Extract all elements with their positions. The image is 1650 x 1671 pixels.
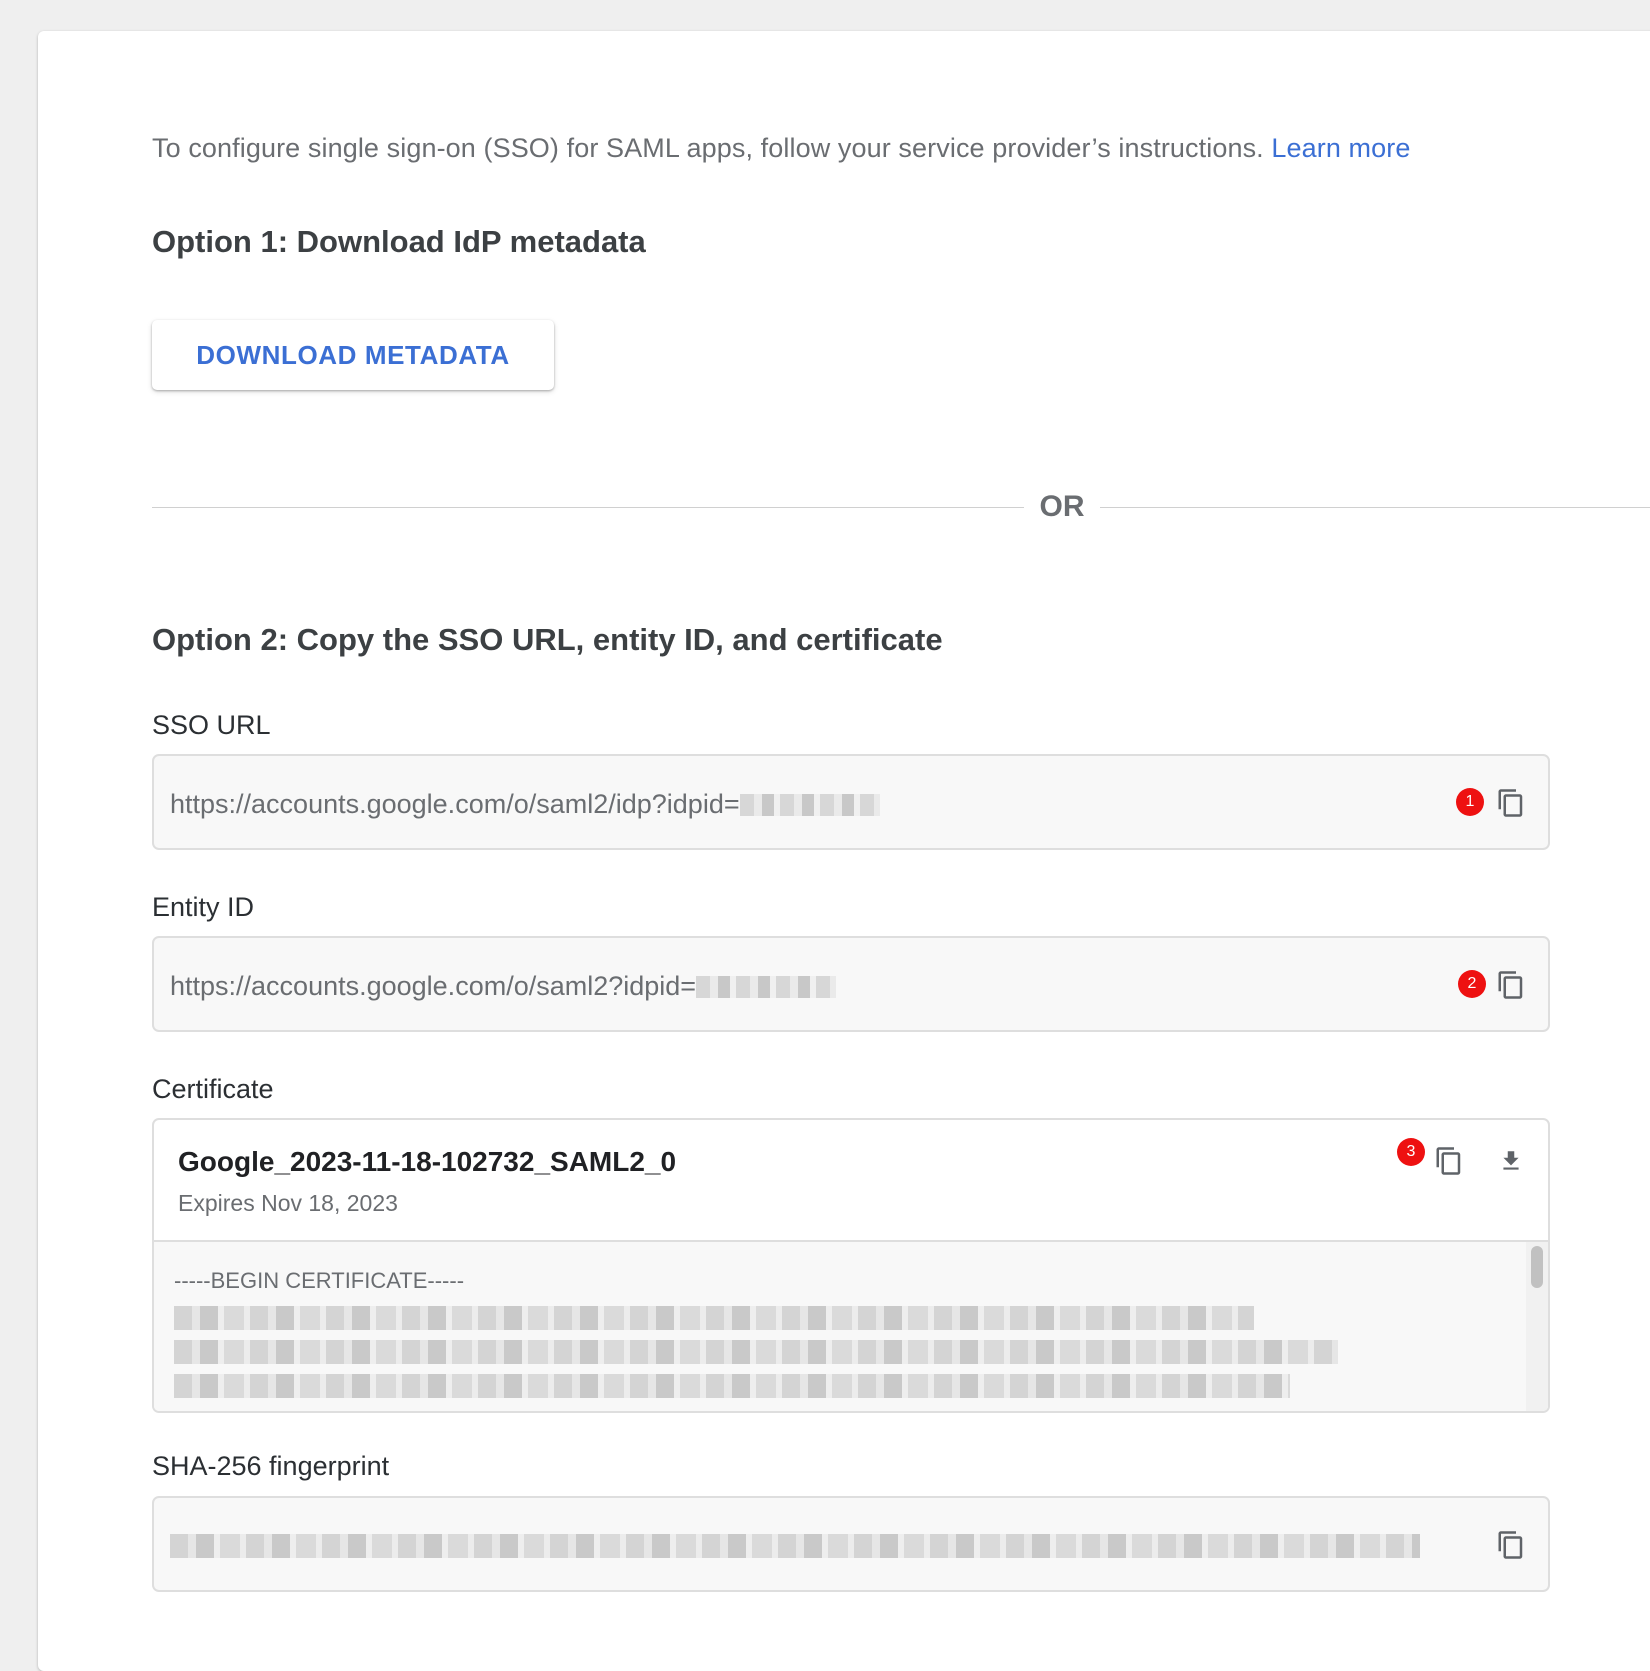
intro-description: To configure single sign-on (SSO) for SA… bbox=[152, 133, 1264, 163]
certificate-label: Certificate bbox=[152, 1074, 274, 1104]
option2-title: Option 2: Copy the SSO URL, entity ID, a… bbox=[152, 622, 943, 657]
download-metadata-button[interactable]: DOWNLOAD METADATA bbox=[152, 320, 554, 390]
fingerprint-label: SHA-256 fingerprint bbox=[152, 1451, 390, 1481]
sso-url-field: https://accounts.google.com/o/saml2/idp?… bbox=[152, 754, 1550, 850]
annotation-badge-1: 1 bbox=[1456, 788, 1484, 816]
fingerprint-field bbox=[152, 1496, 1550, 1592]
redacted-fingerprint bbox=[170, 1534, 1420, 1558]
certificate-begin-line: -----BEGIN CERTIFICATE----- bbox=[174, 1268, 465, 1293]
certificate-content: -----BEGIN CERTIFICATE----- bbox=[154, 1240, 1548, 1411]
annotation-badge-2: 2 bbox=[1458, 970, 1486, 998]
certificate-box: Google_2023-11-18-102732_SAML2_0 Expires… bbox=[152, 1118, 1550, 1413]
entity-id-text: https://accounts.google.com/o/saml2?idpi… bbox=[170, 971, 697, 1001]
redacted-idpid bbox=[739, 794, 880, 816]
copy-icon[interactable] bbox=[1496, 968, 1526, 1002]
divider-line-right bbox=[1100, 507, 1650, 508]
scrollbar-thumb[interactable] bbox=[1531, 1246, 1543, 1288]
sso-url-label: SSO URL bbox=[152, 710, 271, 740]
entity-id-value: https://accounts.google.com/o/saml2?idpi… bbox=[170, 971, 837, 1002]
intro-text: To configure single sign-on (SSO) for SA… bbox=[152, 133, 1410, 164]
entity-id-label: Entity ID bbox=[152, 892, 255, 922]
redacted-cert-line bbox=[174, 1306, 1254, 1330]
or-divider-text: OR bbox=[1039, 490, 1085, 523]
copy-icon[interactable] bbox=[1434, 1144, 1464, 1178]
option1-title: Option 1: Download IdP metadata bbox=[152, 224, 646, 259]
redacted-cert-line bbox=[174, 1374, 1290, 1398]
sso-url-value: https://accounts.google.com/o/saml2/idp?… bbox=[170, 789, 880, 820]
certificate-scrollbar[interactable] bbox=[1526, 1242, 1548, 1411]
copy-icon[interactable] bbox=[1496, 786, 1526, 820]
certificate-expiry: Expires Nov 18, 2023 bbox=[178, 1190, 398, 1216]
divider-line-left bbox=[152, 507, 1024, 508]
redacted-cert-line bbox=[174, 1340, 1338, 1364]
saml-config-card bbox=[38, 31, 1650, 1671]
annotation-badge-3: 3 bbox=[1397, 1138, 1425, 1166]
download-icon[interactable] bbox=[1498, 1146, 1524, 1176]
certificate-name: Google_2023-11-18-102732_SAML2_0 bbox=[178, 1146, 677, 1177]
entity-id-field: https://accounts.google.com/o/saml2?idpi… bbox=[152, 936, 1550, 1032]
learn-more-link[interactable]: Learn more bbox=[1271, 133, 1410, 163]
sso-url-text: https://accounts.google.com/o/saml2/idp?… bbox=[170, 789, 740, 819]
copy-icon[interactable] bbox=[1496, 1528, 1526, 1562]
redacted-idpid bbox=[696, 976, 837, 998]
